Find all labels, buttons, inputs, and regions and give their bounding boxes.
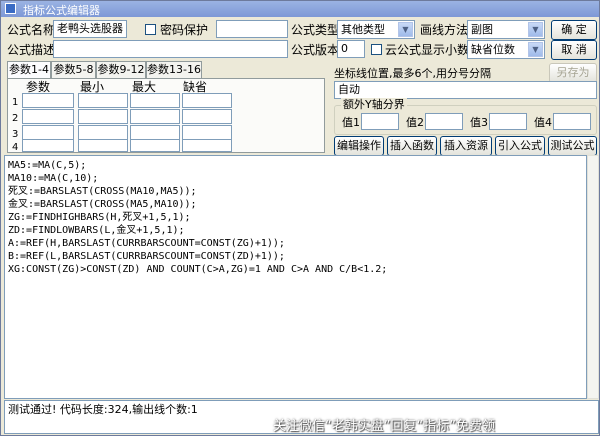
param-name-input[interactable] — [22, 93, 74, 108]
chevron-down-icon: ▼ — [528, 22, 543, 37]
test-formula-button[interactable]: 测试公式 — [548, 136, 597, 156]
param-max-input[interactable] — [130, 125, 180, 140]
param-name-input[interactable] — [22, 125, 74, 140]
code-editor[interactable]: MA5:=MA(C,5); MA10:=MA(C,10); 死叉:=BARSLA… — [4, 155, 587, 399]
param-row-number: 2 — [12, 113, 19, 124]
formula-type-value: 其他类型 — [341, 23, 385, 36]
axis-position-input[interactable]: 自动 — [334, 81, 597, 99]
y-value-1-input[interactable] — [361, 113, 399, 130]
watermark-text: 关注微信“老韩实盘”回复“指标”免费领 — [273, 419, 495, 434]
app-icon — [5, 3, 16, 14]
formula-version-label: 公式版本 — [291, 43, 340, 57]
y-value-1-label: 值1 — [342, 116, 360, 129]
tab-params-9-12[interactable]: 参数9-12 — [96, 61, 146, 79]
param-header-max: 最大 — [132, 80, 157, 94]
code-line: MA5:=MA(C,5); — [8, 160, 87, 171]
chevron-down-icon: ▼ — [528, 42, 543, 57]
ok-button[interactable]: 确 定 — [551, 20, 597, 40]
code-line: 金叉:=BARSLAST(CROSS(MA5,MA10)); — [8, 199, 197, 210]
param-min-input[interactable] — [78, 109, 128, 124]
param-header-min: 最小 — [80, 80, 105, 94]
param-min-input[interactable] — [78, 125, 128, 140]
decimals-select[interactable]: 缺省位数 ▼ — [467, 40, 545, 59]
window-title: 指标公式编辑器 — [23, 4, 100, 17]
param-name-input[interactable] — [22, 139, 74, 152]
title-bar: 指标公式编辑器 — [1, 1, 599, 17]
chevron-down-icon: ▼ — [398, 22, 413, 37]
save-as-button[interactable]: 另存为 — [549, 63, 597, 83]
param-max-input[interactable] — [130, 109, 180, 124]
status-text: 测试通过! 代码长度:324,输出线个数:1 — [8, 403, 198, 416]
code-line: XG:CONST(ZG)>CONST(ZD) AND COUNT(C>A,ZG)… — [8, 264, 388, 275]
y-value-3-label: 值3 — [470, 116, 488, 129]
y-value-4-input[interactable] — [553, 113, 591, 130]
insert-function-button[interactable]: 插入函数 — [387, 136, 437, 156]
formula-name-input[interactable]: 老鸭头选股器 — [53, 20, 127, 38]
param-min-input[interactable] — [78, 93, 128, 108]
param-default-input[interactable] — [182, 139, 232, 152]
formula-type-select[interactable]: 其他类型 ▼ — [337, 20, 415, 39]
draw-method-label: 画线方法 — [420, 23, 469, 37]
y-value-2-input[interactable] — [425, 113, 463, 130]
y-value-3-input[interactable] — [489, 113, 527, 130]
y-value-2-label: 值2 — [406, 116, 424, 129]
editor-scrollbar[interactable] — [587, 155, 599, 399]
param-row-number: 3 — [12, 129, 19, 140]
formula-version-input[interactable]: 0 — [337, 40, 365, 58]
password-label: 密码保护 — [160, 23, 209, 37]
code-line: A:=REF(H,BARSLAST(CURRBARSCOUNT=CONST(ZG… — [8, 238, 285, 249]
extra-y-axis-label: 额外Y轴分界 — [341, 98, 407, 112]
param-header-name: 参数 — [26, 80, 51, 94]
cancel-button[interactable]: 取 消 — [551, 40, 597, 60]
tab-params-5-8[interactable]: 参数5-8 — [51, 61, 96, 79]
code-line: ZG:=FINDHIGHBARS(H,死叉+1,5,1); — [8, 212, 191, 223]
draw-method-select[interactable]: 副图 ▼ — [467, 20, 545, 39]
import-formula-button[interactable]: 引入公式 — [495, 136, 545, 156]
cloud-formula-label: 云公式 — [385, 43, 422, 57]
code-line: B:=REF(L,BARSLAST(CURRBARSCOUNT=CONST(ZD… — [8, 251, 285, 262]
code-line: 死叉:=BARSLAST(CROSS(MA10,MA5)); — [8, 186, 197, 197]
param-default-input[interactable] — [182, 93, 232, 108]
param-min-input[interactable] — [78, 139, 128, 152]
password-checkbox[interactable] — [145, 24, 156, 35]
param-default-input[interactable] — [182, 125, 232, 140]
draw-method-value: 副图 — [471, 23, 493, 36]
insert-resource-button[interactable]: 插入资源 — [440, 136, 492, 156]
formula-desc-label: 公式描述 — [7, 43, 56, 57]
y-value-4-label: 值4 — [534, 116, 552, 129]
param-row-number: 1 — [12, 97, 19, 108]
formula-editor-window: 指标公式编辑器 公式名称 老鸭头选股器 密码保护 公式类型 其他类型 ▼ 画线方… — [0, 0, 600, 436]
param-header-default: 缺省 — [183, 80, 208, 94]
param-max-input[interactable] — [130, 93, 180, 108]
code-line: MA10:=MA(C,10); — [8, 173, 99, 184]
decimals-value: 缺省位数 — [471, 43, 515, 56]
decimals-label: 显示小数 — [421, 43, 470, 57]
param-name-input[interactable] — [22, 109, 74, 124]
formula-name-label: 公式名称 — [7, 23, 56, 37]
edit-operations-button[interactable]: 编辑操作 — [334, 136, 384, 156]
cloud-formula-checkbox[interactable] — [371, 44, 382, 55]
param-max-input[interactable] — [130, 139, 180, 152]
password-input[interactable] — [216, 20, 288, 38]
formula-type-label: 公式类型 — [291, 23, 340, 37]
tab-params-13-16[interactable]: 参数13-16 — [146, 61, 202, 79]
param-default-input[interactable] — [182, 109, 232, 124]
code-line: ZD:=FINDLOWBARS(L,金叉+1,5,1); — [8, 225, 185, 236]
axis-position-label: 坐标线位置,最多6个,用分号分隔 — [334, 67, 491, 80]
param-row-number: 4 — [12, 142, 19, 153]
formula-desc-input[interactable] — [53, 40, 288, 58]
params-panel: 参数 最小 最大 缺省 1 2 3 4 — [7, 78, 325, 153]
